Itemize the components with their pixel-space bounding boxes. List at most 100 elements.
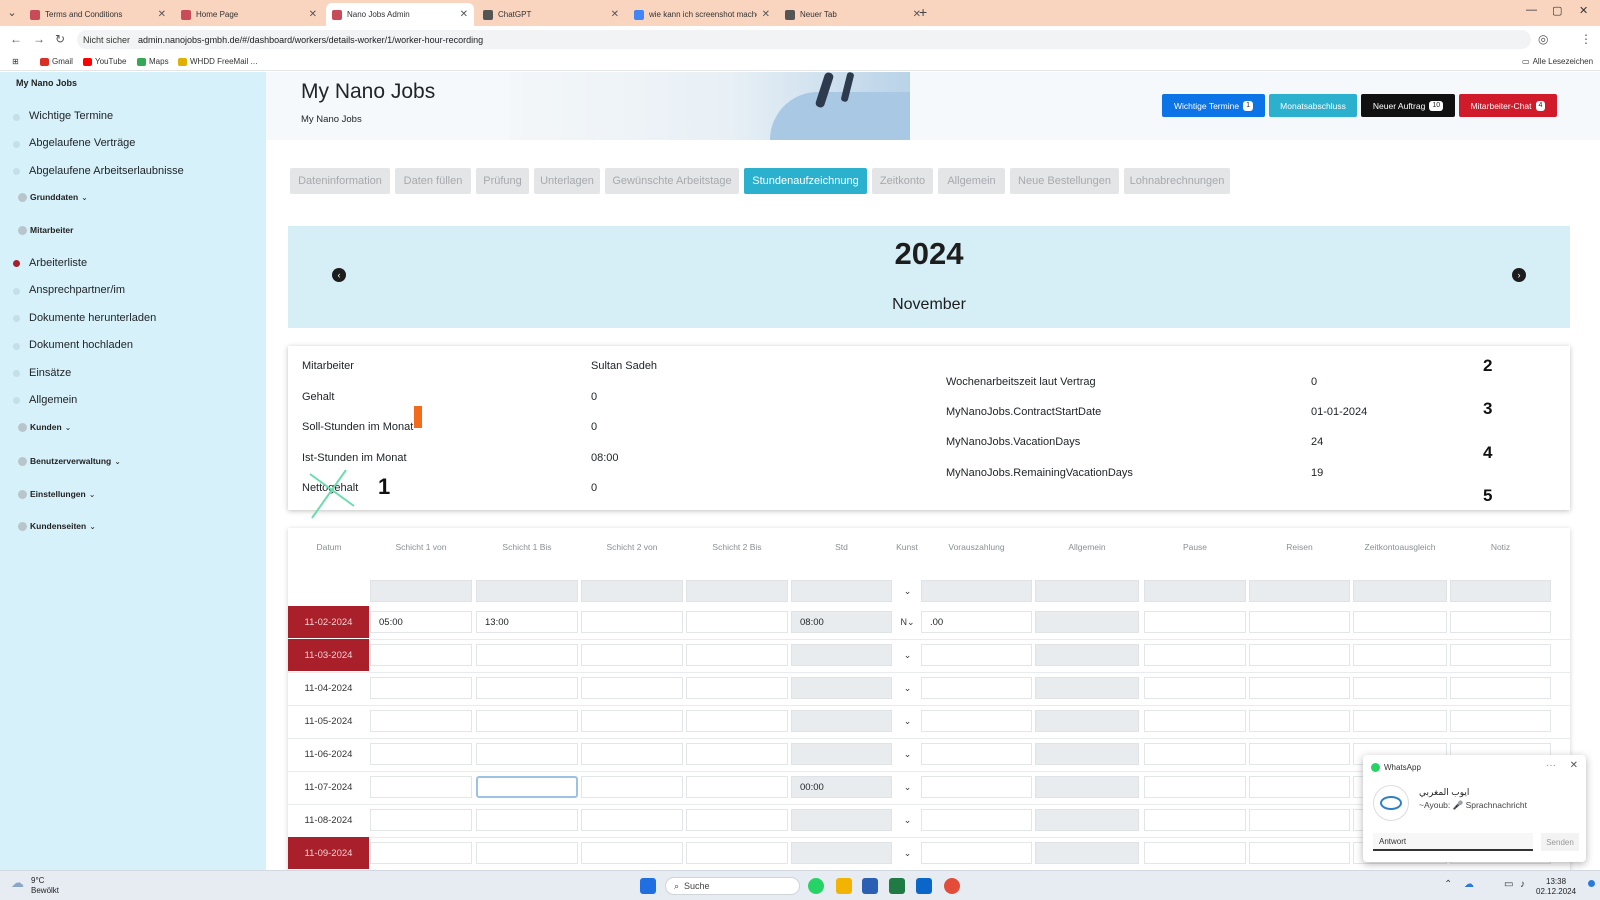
sidebar-group-grunddaten[interactable]: Grunddaten ⌄ <box>18 192 88 202</box>
shift1-from-input[interactable] <box>370 677 472 699</box>
shift2-to-input[interactable] <box>686 710 788 732</box>
tab-page[interactable]: Stundenaufzeichnung <box>744 168 867 194</box>
time-account-input[interactable] <box>1353 611 1447 633</box>
security-warning-label[interactable]: Nicht sicher <box>83 35 130 45</box>
general-input[interactable] <box>1035 842 1139 864</box>
sidebar-item-abgelaufene-arbeitserlaubnisse[interactable]: Abgelaufene Arbeitserlaubnisse <box>29 165 184 177</box>
kunst-select[interactable]: N ⌄ <box>895 611 920 633</box>
clock[interactable]: 13:38 02.12.2024 <box>1536 877 1576 897</box>
filter-input[interactable] <box>1144 580 1246 602</box>
travel-input[interactable] <box>1249 644 1350 666</box>
time-account-input[interactable] <box>1353 644 1447 666</box>
shift2-from-input[interactable] <box>581 842 683 864</box>
shift2-to-input[interactable] <box>686 776 788 798</box>
sidebar-item-wichtige-termine[interactable]: Wichtige Termine <box>29 110 113 122</box>
kunst-select[interactable]: ⌄ <box>895 710 920 732</box>
filter-input[interactable] <box>476 580 578 602</box>
shift1-to-input[interactable] <box>476 842 578 864</box>
shift2-to-input[interactable] <box>686 809 788 831</box>
kunst-select[interactable]: ⌄ <box>895 677 920 699</box>
general-input[interactable] <box>1035 710 1139 732</box>
shift1-to-input[interactable] <box>476 743 578 765</box>
browser-tab[interactable]: wie kann ich screenshot mache ✕ <box>628 3 776 26</box>
header-button[interactable]: Mitarbeiter-Chat 4 <box>1459 94 1557 117</box>
tab-page[interactable]: Prüfung <box>476 168 529 194</box>
close-tab-icon[interactable]: ✕ <box>460 9 468 20</box>
browser-tab[interactable]: Neuer Tab ✕ <box>779 3 927 26</box>
pause-input[interactable] <box>1144 776 1246 798</box>
sidebar-item-ansprechpartner[interactable]: Ansprechpartner/im <box>29 284 125 296</box>
volume-icon[interactable]: ♪ <box>1520 879 1525 890</box>
close-tab-icon[interactable]: ✕ <box>309 9 317 20</box>
time-account-input[interactable] <box>1353 677 1447 699</box>
bookmark-link[interactable]: Gmail <box>40 57 73 66</box>
shift1-from-input[interactable] <box>370 809 472 831</box>
shift2-to-input[interactable] <box>686 644 788 666</box>
shift1-to-input[interactable]: 13:00 <box>476 611 578 633</box>
header-button[interactable]: Monatsabschluss <box>1269 94 1357 117</box>
general-input[interactable] <box>1035 611 1139 633</box>
general-input[interactable] <box>1035 776 1139 798</box>
notification-dot-icon[interactable] <box>1588 880 1595 887</box>
menu-icon[interactable]: ⋮ <box>1580 32 1592 46</box>
advance-input[interactable] <box>921 710 1032 732</box>
general-input[interactable] <box>1035 644 1139 666</box>
hours-input[interactable] <box>791 644 892 666</box>
browser-tab[interactable]: Nano Jobs Admin ✕ <box>326 3 474 26</box>
filter-input[interactable] <box>791 580 892 602</box>
sidebar-item-einsaetze[interactable]: Einsätze <box>29 367 71 379</box>
shift2-from-input[interactable] <box>581 710 683 732</box>
shift2-from-input[interactable] <box>581 611 683 633</box>
pause-input[interactable] <box>1144 677 1246 699</box>
windows-start-icon[interactable] <box>640 878 656 894</box>
profile-icon[interactable]: ◎ <box>1538 32 1548 46</box>
tab-page[interactable]: Dateninformation <box>290 168 390 194</box>
shift2-to-input[interactable] <box>686 677 788 699</box>
bookmark-link[interactable]: YouTube <box>83 57 126 66</box>
shift1-to-input[interactable] <box>476 644 578 666</box>
browser-tab[interactable]: Terms and Conditions ✕ <box>24 3 172 26</box>
hours-input[interactable]: 00:00 <box>791 776 892 798</box>
general-input[interactable] <box>1035 809 1139 831</box>
sidebar-group-einstellungen[interactable]: Einstellungen ⌄ <box>18 489 95 499</box>
close-tab-icon[interactable]: ✕ <box>158 9 166 20</box>
bookmark-link[interactable]: Maps <box>137 57 169 66</box>
bookmark-link[interactable]: … <box>250 57 258 66</box>
filter-input[interactable] <box>581 580 683 602</box>
close-notification-icon[interactable]: ✕ <box>1570 760 1578 771</box>
note-input[interactable] <box>1450 611 1551 633</box>
tab-page[interactable]: Daten füllen <box>395 168 471 194</box>
tab-page[interactable]: Gewünschte Arbeitstage <box>605 168 739 194</box>
close-window-icon[interactable]: ✕ <box>1579 4 1588 17</box>
advance-input[interactable] <box>921 842 1032 864</box>
sidebar-group-kundenseiten[interactable]: Kundenseiten ⌄ <box>18 521 96 531</box>
sidebar-item-dokumente-herunterladen[interactable]: Dokumente herunterladen <box>29 312 156 324</box>
hours-input[interactable] <box>791 710 892 732</box>
shift2-from-input[interactable] <box>581 644 683 666</box>
whatsapp-taskbar-icon[interactable] <box>808 878 824 894</box>
tab-page[interactable]: Lohnabrechnungen <box>1124 168 1230 194</box>
sidebar-item-abgelaufene-vertraege[interactable]: Abgelaufene Verträge <box>29 137 135 149</box>
pause-input[interactable] <box>1144 809 1246 831</box>
sidebar-item-dokument-hochladen[interactable]: Dokument hochladen <box>29 339 133 351</box>
shift2-from-input[interactable] <box>581 809 683 831</box>
tab-page[interactable]: Unterlagen <box>534 168 600 194</box>
sidebar-group-kunden[interactable]: Kunden ⌄ <box>18 422 71 432</box>
pause-input[interactable] <box>1144 644 1246 666</box>
back-icon[interactable]: ← <box>10 32 22 46</box>
note-input[interactable] <box>1450 644 1551 666</box>
network-icon[interactable]: ▭ <box>1504 879 1513 890</box>
apps-icon[interactable]: ⊞ <box>12 57 19 66</box>
browser-tab[interactable]: Home Page ✕ <box>175 3 323 26</box>
filter-input[interactable] <box>686 580 788 602</box>
tray-chevron-icon[interactable]: ⌃ <box>1444 879 1452 890</box>
general-input[interactable] <box>1035 677 1139 699</box>
filter-input[interactable] <box>921 580 1032 602</box>
next-month-icon[interactable]: › <box>1512 268 1526 282</box>
onedrive-icon[interactable]: ☁ <box>1464 879 1474 890</box>
sidebar-item-arbeiterliste[interactable]: Arbeiterliste <box>29 257 87 269</box>
new-tab-button[interactable]: + <box>919 4 927 20</box>
excel-icon[interactable] <box>889 878 905 894</box>
advance-input[interactable] <box>921 743 1032 765</box>
shift1-from-input[interactable] <box>370 644 472 666</box>
